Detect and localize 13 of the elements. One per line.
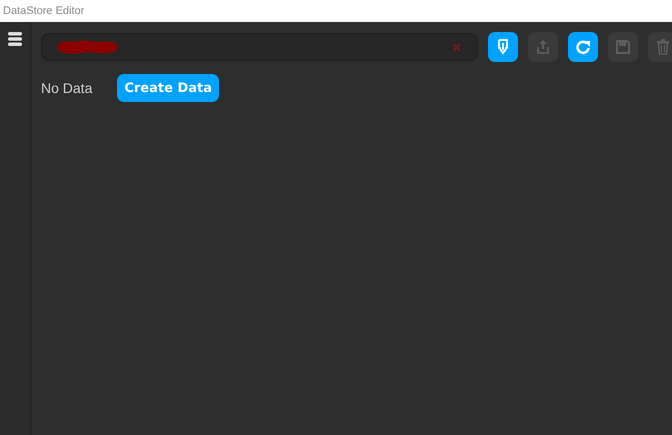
save-icon <box>615 39 631 55</box>
clear-icon[interactable] <box>452 42 461 52</box>
window-title: DataStore Editor <box>3 5 84 17</box>
download-button[interactable] <box>488 32 518 62</box>
refresh-icon <box>575 39 591 55</box>
download-icon <box>496 39 510 55</box>
upload-icon <box>536 39 550 55</box>
trash-icon <box>656 39 670 55</box>
create-data-button[interactable]: Create Data <box>117 74 220 102</box>
menu-icon[interactable] <box>7 31 23 47</box>
refresh-button[interactable] <box>568 32 598 62</box>
status-text: No Data <box>41 80 92 96</box>
key-field[interactable] <box>41 33 478 61</box>
